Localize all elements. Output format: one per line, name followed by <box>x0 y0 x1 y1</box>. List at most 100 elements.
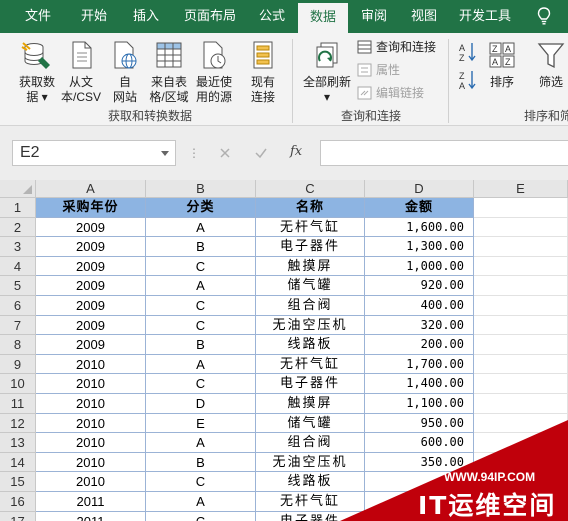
table-cell[interactable]: 2010 <box>36 354 146 375</box>
table-cell[interactable]: 2009 <box>36 296 146 316</box>
row-header[interactable]: 8 <box>0 335 36 355</box>
table-cell[interactable]: 2010 <box>36 374 146 394</box>
table-cell[interactable]: 储气罐 <box>256 276 365 296</box>
table-cell[interactable]: 2009 <box>36 315 146 336</box>
row-header[interactable]: 11 <box>0 394 36 414</box>
table-cell[interactable]: 200.00 <box>365 335 474 355</box>
row-header[interactable]: 10 <box>0 374 36 394</box>
tab-developer[interactable]: 开发工具 <box>452 0 518 33</box>
table-cell[interactable]: 1,100.00 <box>365 394 474 414</box>
table-cell[interactable]: 电子器件 <box>256 374 365 394</box>
table-cell[interactable]: B <box>146 335 256 355</box>
table-cell[interactable]: 320.00 <box>365 315 474 336</box>
table-cell[interactable]: 2009 <box>36 276 146 296</box>
name-box-dropdown-icon[interactable] <box>161 151 169 156</box>
table-cell[interactable]: 组合阀 <box>256 296 365 316</box>
column-header-a[interactable]: A <box>36 180 146 198</box>
row-header[interactable]: 4 <box>0 256 36 277</box>
row-header[interactable]: 3 <box>0 237 36 257</box>
lightbulb-icon[interactable] <box>537 7 551 25</box>
recent-sources-button[interactable]: 最近使 用的源 <box>192 39 236 105</box>
existing-connections-button[interactable]: 现有 连接 <box>242 39 284 105</box>
from-web-button[interactable]: 自 网站 <box>104 39 146 105</box>
table-cell[interactable]: 400.00 <box>365 296 474 316</box>
table-header-cell[interactable]: 分类 <box>146 198 256 218</box>
table-cell[interactable]: C <box>146 256 256 277</box>
table-cell[interactable]: C <box>146 472 256 492</box>
table-cell[interactable]: 1,000.00 <box>365 256 474 277</box>
row-header[interactable]: 9 <box>0 354 36 375</box>
table-cell-empty[interactable] <box>474 335 568 355</box>
table-cell[interactable]: 无杆气缸 <box>256 217 365 238</box>
table-cell[interactable]: C <box>146 511 256 521</box>
table-cell[interactable]: B <box>146 452 256 473</box>
table-cell[interactable]: 2009 <box>36 335 146 355</box>
table-cell[interactable]: C <box>146 296 256 316</box>
row-header[interactable]: 13 <box>0 433 36 453</box>
table-cell[interactable]: 电子器件 <box>256 237 365 257</box>
tab-file[interactable]: 文件 <box>16 0 60 33</box>
tab-home[interactable]: 开始 <box>72 0 116 33</box>
get-data-button[interactable]: 获取数 据 ▾ <box>14 39 60 105</box>
table-cell[interactable]: A <box>146 492 256 512</box>
table-cell[interactable]: 触摸屏 <box>256 394 365 414</box>
sort-button[interactable]: Z A A Z 排序 <box>484 39 520 90</box>
refresh-all-button[interactable]: 全部刷新 ▾ <box>298 39 356 105</box>
table-cell-empty[interactable] <box>474 276 568 296</box>
table-cell[interactable]: 2010 <box>36 472 146 492</box>
row-header[interactable]: 7 <box>0 315 36 336</box>
column-header-d[interactable]: D <box>365 180 474 198</box>
table-cell[interactable]: A <box>146 354 256 375</box>
table-cell[interactable]: 2009 <box>36 237 146 257</box>
sort-az-button[interactable]: A Z <box>458 41 478 63</box>
tab-view[interactable]: 视图 <box>402 0 446 33</box>
table-cell[interactable]: 2010 <box>36 433 146 453</box>
table-cell-empty[interactable] <box>474 198 568 218</box>
table-cell[interactable]: 无杆气缸 <box>256 354 365 375</box>
table-cell[interactable]: 2009 <box>36 256 146 277</box>
tab-insert[interactable]: 插入 <box>124 0 168 33</box>
table-cell-empty[interactable] <box>474 237 568 257</box>
edit-links-button[interactable]: 编辑链接 <box>357 84 447 102</box>
row-header[interactable]: 17 <box>0 511 36 521</box>
table-cell[interactable]: C <box>146 315 256 336</box>
tab-formulas[interactable]: 公式 <box>250 0 294 33</box>
enter-check-icon[interactable] <box>254 146 268 160</box>
row-header[interactable]: 5 <box>0 276 36 296</box>
table-header-cell[interactable]: 采购年份 <box>36 198 146 218</box>
column-header-b[interactable]: B <box>146 180 256 198</box>
table-cell[interactable]: E <box>146 413 256 434</box>
table-cell-empty[interactable] <box>474 394 568 414</box>
table-cell[interactable]: 920.00 <box>365 276 474 296</box>
table-cell[interactable]: 触摸屏 <box>256 256 365 277</box>
table-cell[interactable]: C <box>146 374 256 394</box>
table-cell[interactable]: 2011 <box>36 511 146 521</box>
row-header[interactable]: 15 <box>0 472 36 492</box>
from-text-csv-button[interactable]: 从文 本/CSV <box>58 39 104 105</box>
table-cell[interactable]: 2010 <box>36 452 146 473</box>
table-header-cell[interactable]: 金额 <box>365 198 474 218</box>
table-cell[interactable]: 1,700.00 <box>365 354 474 375</box>
table-cell[interactable]: B <box>146 237 256 257</box>
tab-page-layout[interactable]: 页面布局 <box>178 0 242 33</box>
table-header-cell[interactable]: 名称 <box>256 198 365 218</box>
table-cell-empty[interactable] <box>474 256 568 277</box>
properties-button[interactable]: 属性 <box>357 61 447 79</box>
table-cell[interactable]: 1,400.00 <box>365 374 474 394</box>
table-cell[interactable]: A <box>146 433 256 453</box>
name-box[interactable]: E2 <box>12 140 176 166</box>
tab-data[interactable]: 数据 <box>298 3 348 33</box>
table-cell[interactable]: A <box>146 217 256 238</box>
table-cell[interactable]: 2010 <box>36 413 146 434</box>
table-cell[interactable]: 2009 <box>36 217 146 238</box>
cancel-icon[interactable] <box>218 146 232 160</box>
filter-button[interactable]: 筛选 <box>534 39 568 90</box>
select-all-corner[interactable] <box>0 180 36 198</box>
row-header[interactable]: 1 <box>0 198 36 218</box>
column-header-c[interactable]: C <box>256 180 365 198</box>
column-header-e[interactable]: E <box>474 180 568 198</box>
row-header[interactable]: 16 <box>0 492 36 512</box>
table-cell[interactable]: D <box>146 394 256 414</box>
table-cell[interactable]: 2011 <box>36 492 146 512</box>
row-header[interactable]: 2 <box>0 217 36 238</box>
